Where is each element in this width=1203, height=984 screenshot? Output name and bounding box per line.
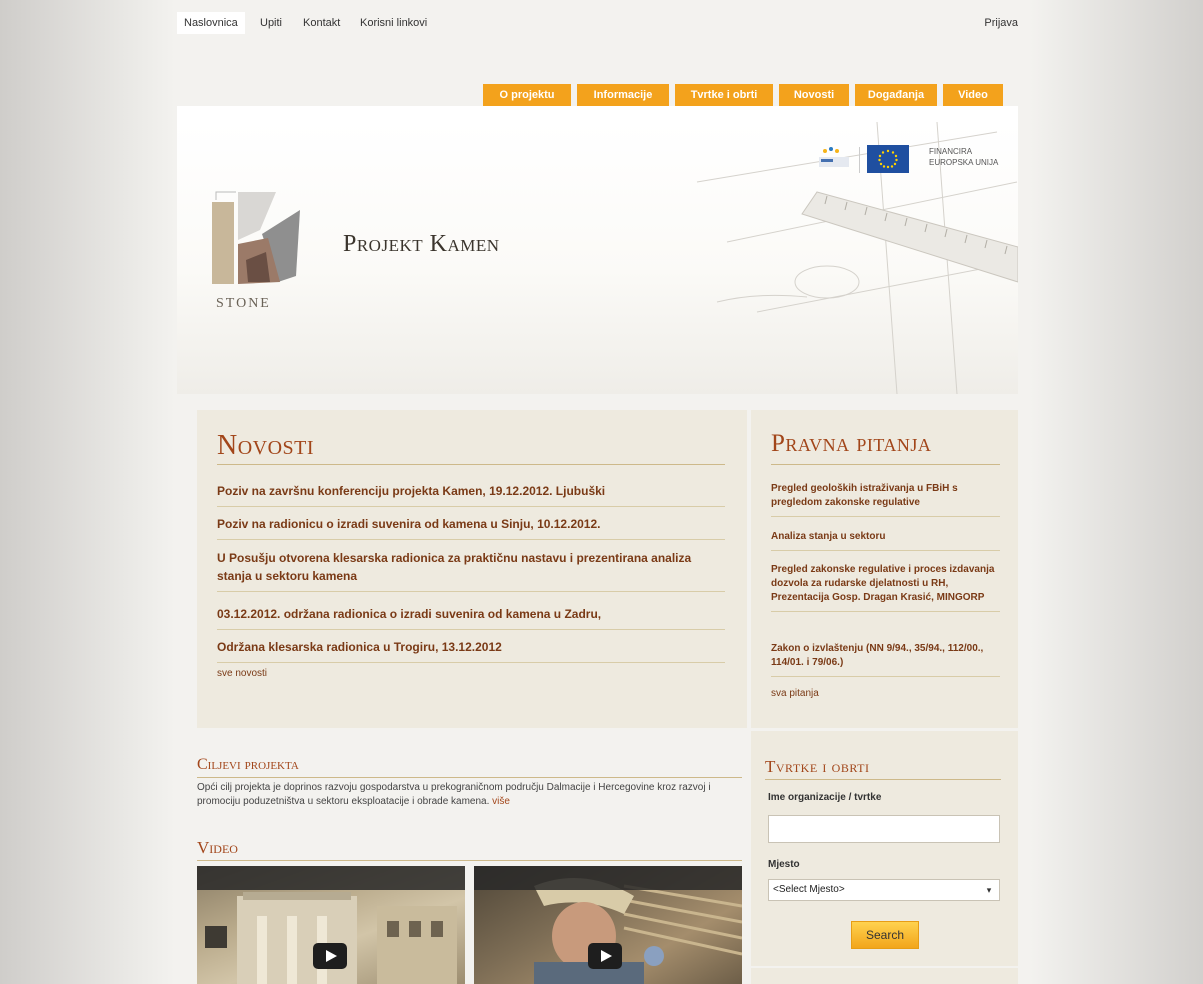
news-divider [217,464,725,465]
play-icon[interactable] [588,943,622,969]
video-titlebar [474,866,742,890]
legal-panel: Pravna pitanja Pregled geoloških istraži… [751,410,1018,728]
tab-information[interactable]: Informacije [577,84,669,106]
tab-video[interactable]: Video [943,84,1003,106]
goals-more-link[interactable]: više [492,796,510,807]
legal-item[interactable]: Zakon o izvlaštenju (NN 9/94., 35/94., 1… [771,642,1000,677]
firms-heading: Tvrtke i obrti [765,757,870,776]
header-banner: STONE Projekt Kamen FINANCIRA EUROPSKA U… [177,106,1018,394]
logo-text: STONE [216,296,271,311]
news-item[interactable]: Poziv na radionicu o izradi suvenira od … [217,515,725,540]
news-panel: Novosti Poziv na završnu konferenciju pr… [197,410,747,728]
topnav-item-contact[interactable]: Kontakt [296,12,347,34]
video-heading: Video [197,838,238,857]
legal-item[interactable]: Analiza stanja u sektoru [771,530,1000,551]
all-questions-link[interactable]: sva pitanja [771,688,819,699]
news-item[interactable]: Poziv na završnu konferenciju projekta K… [217,482,725,507]
place-select-value: <Select Mjesto> [773,884,845,895]
topnav-item-links[interactable]: Korisni linkovi [353,12,434,34]
legal-item[interactable]: Pregled geoloških istraživanja u FBiH s … [771,482,1000,517]
org-name-input[interactable] [768,815,1000,843]
play-icon[interactable] [313,943,347,969]
video-thumbnail-2[interactable] [474,866,742,984]
login-link[interactable]: Prijava [984,12,1018,34]
logo-divider [859,147,860,173]
eu-funding-text: FINANCIRA EUROPSKA UNIJA [929,147,999,167]
goals-divider [197,777,742,778]
firms-divider [765,779,1001,780]
news-item[interactable]: U Posušju otvorena klesarska radionica z… [217,549,725,592]
next-panel [751,968,1018,984]
tab-events[interactable]: Događanja [855,84,937,106]
partner-logo [819,147,849,167]
firms-search-panel: Tvrtke i obrti Ime organizacije / tvrtke… [751,731,1018,966]
page: Naslovnica Upiti Kontakt Korisni linkovi… [177,0,1018,984]
top-nav: Naslovnica Upiti Kontakt Korisni linkovi… [177,12,1018,34]
goals-description: Opći cilj projekta je doprinos razvoju g… [197,782,711,807]
search-button[interactable]: Search [851,921,919,949]
video-thumbnail-1[interactable] [197,866,465,984]
site-title: Projekt Kamen [343,231,500,257]
news-item[interactable]: 03.12.2012. održana radionica o izradi s… [217,605,725,630]
topnav-item-home[interactable]: Naslovnica [177,12,245,34]
chevron-down-icon[interactable]: ▾ [983,883,995,897]
place-select[interactable]: <Select Mjesto> ▾ [768,879,1000,901]
news-item[interactable]: Održana klesarska radionica u Trogiru, 1… [217,638,725,663]
legal-heading: Pravna pitanja [771,430,932,457]
video-divider [197,860,742,861]
tab-companies[interactable]: Tvrtke i obrti [675,84,773,106]
legal-divider [771,464,1000,465]
video-titlebar [197,866,465,890]
topnav-item-inquiries[interactable]: Upiti [253,12,289,34]
goals-heading: Ciljevi projekta [197,756,299,773]
goals-text: Opći cilj projekta je doprinos razvoju g… [197,781,742,809]
org-name-label: Ime organizacije / tvrtke [768,792,882,803]
eu-flag-icon [867,145,909,173]
legal-item[interactable]: Pregled zakonske regulative i proces izd… [771,563,1000,612]
news-heading: Novosti [217,430,315,461]
tab-news[interactable]: Novosti [779,84,849,106]
place-label: Mjesto [768,859,800,870]
all-news-link[interactable]: sve novosti [217,668,267,679]
tab-about[interactable]: O projektu [483,84,571,106]
